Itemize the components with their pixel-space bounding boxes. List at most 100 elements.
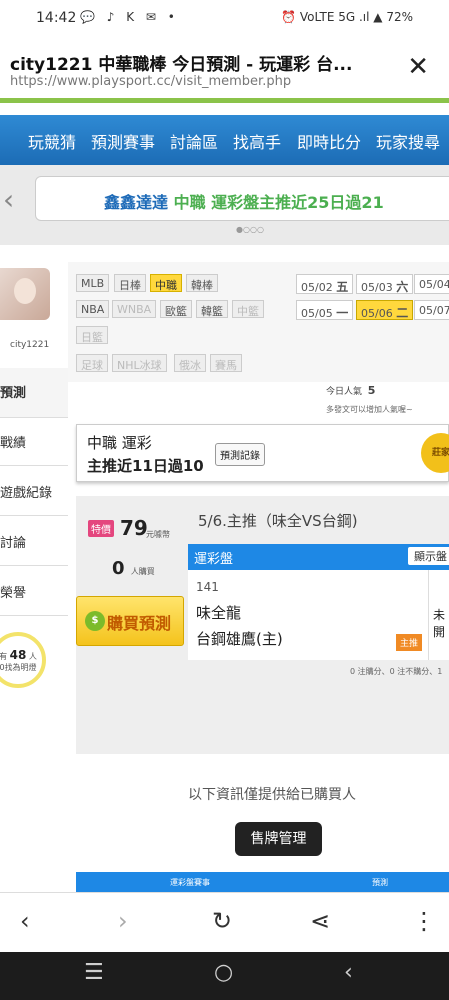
- prediction-record-button[interactable]: 預測記錄: [215, 443, 265, 466]
- popularity-line: 今日人氣 5: [326, 384, 375, 397]
- cat-cba[interactable]: 中籃: [232, 300, 264, 318]
- banner-user: 鑫鑫達達: [104, 193, 169, 212]
- status-time: 14:42: [36, 10, 77, 26]
- chevron-left-icon[interactable]: ‹: [3, 183, 14, 216]
- nav-item-1[interactable]: 預測賽事: [91, 129, 155, 153]
- recents-icon[interactable]: ☰: [84, 960, 104, 985]
- show-odds-button[interactable]: 顯示盤: [408, 547, 449, 565]
- price: 79: [120, 516, 148, 540]
- banner-box[interactable]: 鑫鑫達達 中職 運彩盤主推近25日過21: [35, 176, 449, 221]
- avatar-face: [14, 278, 36, 304]
- home-icon[interactable]: ○: [214, 960, 233, 985]
- left-tab-predict[interactable]: 預測: [0, 368, 68, 418]
- team-home: 台鋼雄鷹(主): [196, 630, 283, 648]
- odds-header: 運彩盤 顯示盤: [188, 544, 449, 570]
- cat-npb[interactable]: 日棒: [114, 274, 146, 292]
- table-header: 運彩盤賽事 預測: [76, 872, 449, 892]
- coin-icon: $: [85, 611, 105, 631]
- date-0505[interactable]: 05/05 一: [296, 300, 354, 320]
- left-tab-record[interactable]: 戰績: [0, 416, 68, 466]
- reload-icon[interactable]: ↻: [212, 907, 232, 935]
- category-panel: MLB 日棒 中職 韓棒 NBA WNBA 歐籃 韓籃 中籃 日籃 足球 NHL…: [68, 262, 449, 382]
- share-icon[interactable]: ⋖: [310, 907, 330, 935]
- date-0502[interactable]: 05/02 五: [296, 274, 354, 294]
- left-tab-game-log[interactable]: 遊戲紀錄: [0, 466, 68, 516]
- date-0505-weekday: 一: [336, 306, 349, 320]
- nav-item-4[interactable]: 即時比分: [297, 129, 361, 153]
- username: city1221: [10, 340, 50, 350]
- bulb-prefix: 有: [0, 652, 8, 661]
- buyer-number: 0: [112, 558, 125, 579]
- buyers-only-notice: 以下資訊僅提供給已購買人: [188, 787, 356, 803]
- banner-text: 中職 運彩盤主推近25日過21: [173, 193, 384, 212]
- popularity-label: 今日人氣: [326, 387, 363, 397]
- date-0502-day: 05/02: [301, 281, 333, 294]
- carousel-dots: ●○○○: [236, 225, 264, 234]
- prediction-panel: 特價 79 元噱幣 0 人購買 $ 購買預測 5/6.主推（味全VS台鋼) 運彩…: [76, 496, 449, 754]
- browser-title-bar: city1221 中華職棒 今日預測 - 玩運彩 台... https://ww…: [0, 38, 449, 100]
- cat-horse-racing[interactable]: 賽馬: [210, 354, 242, 372]
- date-0507[interactable]: 05/07: [414, 300, 449, 320]
- game-number: 141: [196, 580, 219, 594]
- signal-icons: ⏰ VoLTE 5G .ıl ▲: [281, 10, 383, 24]
- odds-side-text: 未開: [433, 608, 446, 639]
- team-away: 味全龍: [196, 604, 242, 622]
- odds-header-label: 運彩盤: [194, 552, 234, 567]
- page-title: city1221 中華職棒 今日預測 - 玩運彩 台...: [10, 55, 353, 75]
- cat-euro-basketball[interactable]: 歐籃: [160, 300, 192, 318]
- nav-item-3[interactable]: 找高手: [233, 129, 281, 153]
- system-status-icons: ⏰ VoLTE 5G .ıl ▲ 72%: [281, 10, 413, 24]
- buy-label: 購買預測: [107, 614, 172, 633]
- nav-item-2[interactable]: 討論區: [170, 129, 218, 153]
- lightbulb-icon: 有 48 人 0找為明燈: [0, 632, 46, 688]
- cat-mlb[interactable]: MLB: [76, 274, 110, 292]
- avatar: [0, 268, 50, 320]
- date-0504[interactable]: 05/04: [414, 274, 449, 294]
- close-icon[interactable]: ✕: [407, 52, 429, 82]
- menu-icon[interactable]: ⋮: [412, 907, 436, 935]
- system-nav-bar: ☰ ○ ‹: [0, 952, 449, 1000]
- cat-nba[interactable]: NBA: [76, 300, 110, 318]
- record-league: 中職 運彩: [87, 434, 152, 452]
- price-unit: 元噱幣: [146, 530, 170, 539]
- table-col-prediction: 預測: [372, 878, 388, 887]
- battery-level: 72%: [386, 10, 413, 24]
- main-pick-badge: 主推: [396, 634, 423, 651]
- buyer-count: 0 人購買: [112, 558, 155, 579]
- buy-prediction-button[interactable]: $ 購買預測: [76, 596, 184, 646]
- bulb-text: 0找為明燈: [0, 663, 37, 672]
- cat-cpbl[interactable]: 中職: [150, 274, 182, 292]
- left-tab-honor[interactable]: 榮譽: [0, 566, 68, 616]
- date-0503-weekday: 六: [396, 280, 409, 294]
- prediction-title: 5/6.主推（味全VS台鋼): [198, 512, 358, 530]
- table-col-games: 運彩盤賽事: [170, 878, 210, 887]
- cat-soccer[interactable]: 足球: [76, 354, 108, 372]
- date-0503[interactable]: 05/03 六: [356, 274, 414, 294]
- nav-spacer: [0, 103, 449, 115]
- date-0503-day: 05/03: [361, 281, 393, 294]
- buyer-unit: 人購買: [130, 567, 155, 576]
- system-back-icon[interactable]: ‹: [344, 960, 353, 985]
- date-0506-weekday: 二: [396, 306, 409, 320]
- special-badge: 特價: [88, 520, 114, 537]
- odds-side: 未開: [428, 570, 449, 660]
- cat-khl[interactable]: 俄冰: [174, 354, 206, 372]
- date-0506[interactable]: 05/06 二: [356, 300, 414, 320]
- left-tab-discuss[interactable]: 討論: [0, 516, 68, 566]
- cat-kbl[interactable]: 韓籃: [196, 300, 228, 318]
- cat-kbo[interactable]: 韓棒: [186, 274, 218, 292]
- promo-banner: ‹ 鑫鑫達達 中職 運彩盤主推近25日過21 ●○○○: [0, 165, 449, 245]
- forward-icon[interactable]: ›: [118, 907, 128, 935]
- sell-manager-button[interactable]: 售牌管理: [235, 822, 322, 856]
- page-url[interactable]: https://www.playsport.cc/visit_member.ph…: [10, 74, 291, 89]
- bulb-count: 48: [9, 648, 27, 662]
- popularity-box: 今日人氣 5 多發文可以增加人氣喔~: [68, 382, 449, 422]
- popularity-value: 5: [367, 384, 376, 397]
- nav-item-0[interactable]: 玩競猜: [28, 129, 76, 153]
- cat-bleague[interactable]: 日籃: [76, 326, 108, 344]
- nav-item-5[interactable]: 玩家搜尋: [376, 129, 440, 153]
- date-0504-day: 05/04: [419, 278, 449, 291]
- back-icon[interactable]: ‹: [20, 907, 30, 935]
- cat-nhl[interactable]: NHL冰球: [112, 354, 167, 372]
- cat-wnba[interactable]: WNBA: [112, 300, 157, 318]
